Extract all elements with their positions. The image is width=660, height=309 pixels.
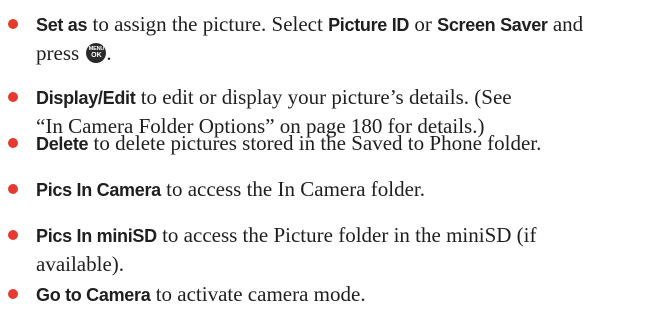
bullet-icon (8, 138, 18, 148)
list-item-pics-in-minisd: Pics In miniSD to access the Picture fol… (0, 221, 660, 278)
option-keyword: Pics In Camera (36, 180, 161, 200)
option-description-text: . (106, 41, 112, 65)
option-description-text: available). (36, 252, 125, 276)
bullet-icon (8, 184, 18, 194)
option-description-text: to edit or display your picture’s detail… (135, 85, 512, 109)
bullet-icon (8, 92, 18, 102)
option-description-text: or (409, 12, 438, 36)
option-keyword: Delete (36, 134, 89, 154)
option-description-text: to delete pictures stored in the Saved t… (88, 131, 542, 155)
menu-ok-key-label-bottom: OK (91, 52, 102, 59)
option-description-text: press (36, 41, 85, 65)
list-item-go-to-camera: Go to Camera to activate camera mode. (0, 280, 660, 309)
bullet-icon (8, 230, 18, 240)
bullet-icon (8, 19, 18, 29)
list-item-delete: Delete to delete pictures stored in the … (0, 129, 660, 158)
option-description-text: to access the In Camera folder. (160, 177, 426, 201)
option-keyword: Display/Edit (36, 88, 136, 108)
option-description-text: to assign the picture. Select (87, 12, 329, 36)
bullet-icon (8, 289, 18, 299)
option-keyword: Screen Saver (437, 15, 548, 35)
menu-ok-key-icon: MENU OK (86, 43, 107, 63)
option-description-text: and (547, 12, 584, 36)
option-description-text: to activate camera mode. (150, 282, 366, 306)
list-item-set-as: Set as to assign the picture. Select Pic… (0, 10, 660, 67)
option-keyword: Go to Camera (36, 285, 151, 305)
option-description-text: to access the Picture folder in the mini… (156, 223, 537, 247)
option-keyword: Set as (36, 15, 88, 35)
option-keyword: Picture ID (328, 15, 410, 35)
list-item-pics-in-camera: Pics In Camera to access the In Camera f… (0, 175, 660, 204)
option-keyword: Pics In miniSD (36, 226, 157, 246)
